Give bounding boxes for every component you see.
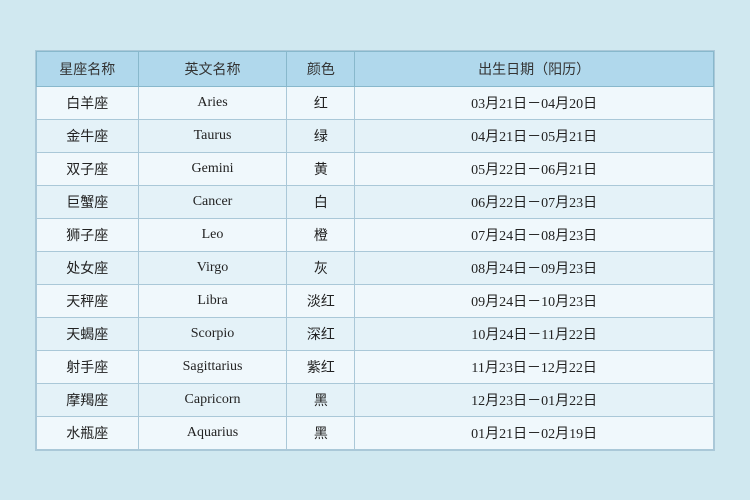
cell-date: 10月24日－11月22日 — [355, 317, 714, 350]
cell-chinese: 金牛座 — [37, 119, 139, 152]
cell-chinese: 摩羯座 — [37, 383, 139, 416]
table-row: 处女座Virgo灰08月24日－09月23日 — [37, 251, 714, 284]
header-chinese: 星座名称 — [37, 51, 139, 86]
cell-english: Scorpio — [138, 317, 287, 350]
table-row: 摩羯座Capricorn黑12月23日－01月22日 — [37, 383, 714, 416]
cell-color: 黄 — [287, 152, 355, 185]
table-row: 天秤座Libra淡红09月24日－10月23日 — [37, 284, 714, 317]
cell-chinese: 白羊座 — [37, 86, 139, 119]
cell-date: 11月23日－12月22日 — [355, 350, 714, 383]
cell-color: 灰 — [287, 251, 355, 284]
cell-english: Virgo — [138, 251, 287, 284]
cell-chinese: 天秤座 — [37, 284, 139, 317]
table-row: 金牛座Taurus绿04月21日－05月21日 — [37, 119, 714, 152]
cell-english: Sagittarius — [138, 350, 287, 383]
zodiac-table-container: 星座名称 英文名称 颜色 出生日期（阳历） 白羊座Aries红03月21日－04… — [35, 50, 715, 451]
zodiac-table: 星座名称 英文名称 颜色 出生日期（阳历） 白羊座Aries红03月21日－04… — [36, 51, 714, 450]
cell-chinese: 巨蟹座 — [37, 185, 139, 218]
cell-english: Aries — [138, 86, 287, 119]
cell-english: Taurus — [138, 119, 287, 152]
cell-color: 淡红 — [287, 284, 355, 317]
cell-chinese: 狮子座 — [37, 218, 139, 251]
cell-date: 06月22日－07月23日 — [355, 185, 714, 218]
cell-color: 黑 — [287, 416, 355, 449]
cell-chinese: 天蝎座 — [37, 317, 139, 350]
table-body: 白羊座Aries红03月21日－04月20日金牛座Taurus绿04月21日－0… — [37, 86, 714, 449]
cell-date: 09月24日－10月23日 — [355, 284, 714, 317]
cell-chinese: 双子座 — [37, 152, 139, 185]
table-row: 白羊座Aries红03月21日－04月20日 — [37, 86, 714, 119]
cell-color: 深红 — [287, 317, 355, 350]
cell-chinese: 水瓶座 — [37, 416, 139, 449]
table-row: 天蝎座Scorpio深红10月24日－11月22日 — [37, 317, 714, 350]
cell-english: Capricorn — [138, 383, 287, 416]
header-color: 颜色 — [287, 51, 355, 86]
table-header-row: 星座名称 英文名称 颜色 出生日期（阳历） — [37, 51, 714, 86]
cell-date: 07月24日－08月23日 — [355, 218, 714, 251]
cell-color: 红 — [287, 86, 355, 119]
table-row: 双子座Gemini黄05月22日－06月21日 — [37, 152, 714, 185]
cell-english: Libra — [138, 284, 287, 317]
cell-date: 03月21日－04月20日 — [355, 86, 714, 119]
header-english: 英文名称 — [138, 51, 287, 86]
cell-english: Gemini — [138, 152, 287, 185]
table-row: 狮子座Leo橙07月24日－08月23日 — [37, 218, 714, 251]
header-date: 出生日期（阳历） — [355, 51, 714, 86]
cell-english: Leo — [138, 218, 287, 251]
cell-chinese: 射手座 — [37, 350, 139, 383]
cell-color: 紫红 — [287, 350, 355, 383]
cell-english: Cancer — [138, 185, 287, 218]
cell-color: 白 — [287, 185, 355, 218]
cell-color: 橙 — [287, 218, 355, 251]
cell-date: 04月21日－05月21日 — [355, 119, 714, 152]
table-row: 水瓶座Aquarius黑01月21日－02月19日 — [37, 416, 714, 449]
table-row: 射手座Sagittarius紫红11月23日－12月22日 — [37, 350, 714, 383]
cell-english: Aquarius — [138, 416, 287, 449]
cell-date: 12月23日－01月22日 — [355, 383, 714, 416]
cell-date: 01月21日－02月19日 — [355, 416, 714, 449]
table-row: 巨蟹座Cancer白06月22日－07月23日 — [37, 185, 714, 218]
cell-color: 黑 — [287, 383, 355, 416]
cell-date: 05月22日－06月21日 — [355, 152, 714, 185]
cell-color: 绿 — [287, 119, 355, 152]
cell-date: 08月24日－09月23日 — [355, 251, 714, 284]
cell-chinese: 处女座 — [37, 251, 139, 284]
